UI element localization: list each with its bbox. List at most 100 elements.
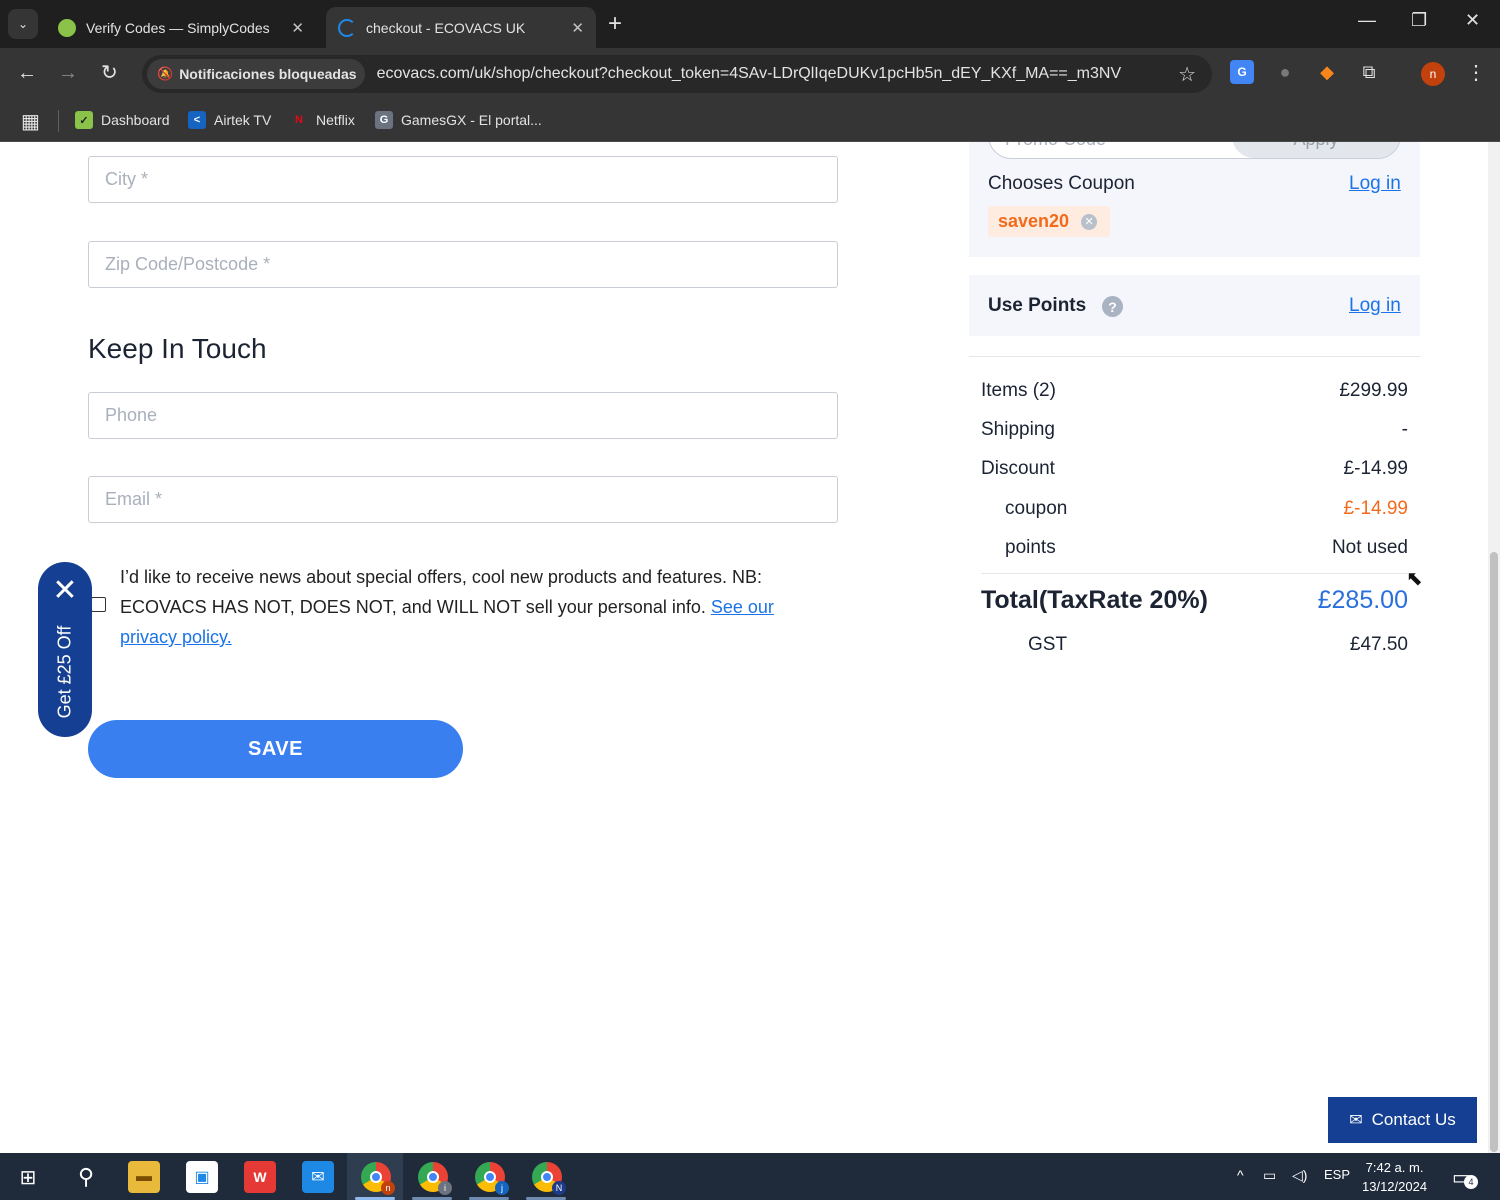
remove-coupon-icon[interactable]: ✕: [1081, 213, 1098, 230]
browser-menu-icon[interactable]: ⋮: [1466, 60, 1486, 85]
file-explorer-icon[interactable]: ▬: [128, 1161, 160, 1193]
summary-divider: [969, 356, 1420, 357]
chrome-center-icon: [484, 1171, 496, 1183]
minimize-icon[interactable]: —: [1358, 10, 1376, 31]
new-tab-plus-icon[interactable]: +: [608, 11, 622, 37]
newsletter-consent-text: I’d like to receive news about special o…: [120, 562, 825, 652]
bookmarks-divider: [58, 110, 59, 132]
discount-label: Discount: [981, 458, 1055, 479]
back-arrow-icon[interactable]: ←: [17, 62, 37, 84]
chrome-profile-i-icon[interactable]: i: [418, 1162, 452, 1195]
coupon-login-link[interactable]: Log in: [1349, 173, 1401, 195]
help-question-icon[interactable]: ?: [1102, 296, 1123, 317]
windows-taskbar: ⊞ ⚲ ▬ ▣ W ✉ n i j N ^ ▭ ◁) ESP 7:42 a. m…: [0, 1153, 1500, 1200]
clock-time: 7:42 a. m.: [1365, 1160, 1424, 1175]
newsletter-checkbox[interactable]: [91, 597, 106, 612]
notification-count-badge: 4: [1464, 1175, 1478, 1189]
save-button[interactable]: SAVE: [88, 720, 463, 778]
input-language[interactable]: ESP: [1324, 1167, 1350, 1182]
chrome-profile-badge: n: [381, 1181, 395, 1195]
contact-us-button[interactable]: ✉ Contact Us: [1328, 1097, 1477, 1143]
apps-grid-icon[interactable]: ▦: [21, 109, 40, 134]
reload-icon[interactable]: ↻: [101, 62, 118, 84]
consent-body-text: I’d like to receive news about special o…: [120, 567, 763, 617]
metamask-fox-icon[interactable]: ◆: [1315, 60, 1339, 84]
tab-title: Verify Codes — SimplyCodes: [86, 19, 270, 36]
coupon-discount-value: £-14.99: [1343, 498, 1408, 519]
phone-field[interactable]: Phone: [88, 392, 838, 439]
forward-arrow-icon[interactable]: →: [58, 62, 78, 84]
address-bar[interactable]: 🔕 Notificaciones bloqueadas ecovacs.com/…: [142, 55, 1212, 93]
dashboard-favicon-icon: ✓: [75, 111, 93, 129]
network-icon[interactable]: ▭: [1263, 1167, 1276, 1184]
tab-simplycodes[interactable]: Verify Codes — SimplyCodes ✕: [46, 7, 316, 48]
promo-close-icon[interactable]: ✕: [38, 574, 92, 608]
microsoft-store-icon[interactable]: ▣: [186, 1161, 218, 1193]
restore-icon[interactable]: ❐: [1411, 10, 1427, 31]
chrome-profile-j-icon[interactable]: j: [475, 1162, 509, 1195]
robot-extension-icon[interactable]: ●: [1273, 60, 1297, 84]
browser-toolbar: ← → ↻ 🔕 Notificaciones bloqueadas ecovac…: [0, 48, 1500, 100]
bookmark-dashboard[interactable]: ✓ Dashboard: [75, 108, 170, 132]
get-discount-side-tab[interactable]: ✕ Get £25 Off: [38, 562, 92, 737]
bookmarks-bar: ▦ ✓ Dashboard < Airtek TV N Netflix G Ga…: [0, 100, 1500, 142]
zip-code-field[interactable]: Zip Code/Postcode *: [88, 241, 838, 288]
system-clock[interactable]: 7:42 a. m. 13/12/2024: [1362, 1158, 1427, 1196]
points-login-link[interactable]: Log in: [1349, 295, 1401, 317]
gst-value: £47.50: [1349, 634, 1408, 655]
mail-icon[interactable]: ✉: [302, 1161, 334, 1193]
windows-start-icon[interactable]: ⊞: [12, 1161, 44, 1193]
loading-spinner-icon: [338, 18, 356, 37]
shipping-label: Shipping: [981, 419, 1055, 440]
bookmark-star-icon[interactable]: ☆: [1178, 62, 1196, 87]
chrome-center-icon: [541, 1171, 553, 1183]
city-field[interactable]: City *: [88, 156, 838, 203]
chrome-center-icon: [427, 1171, 439, 1183]
mouse-cursor-icon: ⬉: [1406, 568, 1423, 590]
taskbar-search-icon[interactable]: ⚲: [70, 1161, 102, 1193]
promo-code-input[interactable]: Promo Code Apply: [988, 142, 1401, 159]
chrome-profile-badge: i: [438, 1181, 452, 1195]
email-field[interactable]: Email *: [88, 476, 838, 523]
gst-label: GST: [1028, 634, 1068, 655]
tab-close-icon[interactable]: ✕: [291, 19, 304, 37]
coupon-discount-label: coupon: [1005, 498, 1068, 519]
tab-close-icon[interactable]: ✕: [571, 19, 584, 37]
page-scrollbar[interactable]: [1488, 142, 1500, 1153]
bookmark-label: Airtek TV: [214, 112, 272, 128]
chrome-profile-N-icon[interactable]: N: [532, 1162, 566, 1195]
tab-title: checkout - ECOVACS UK: [366, 19, 526, 36]
bookmark-label: GamesGX - El portal...: [401, 112, 542, 128]
url-text[interactable]: ecovacs.com/uk/shop/checkout?checkout_to…: [377, 65, 1179, 83]
promo-code-placeholder: Promo Code: [1005, 142, 1106, 150]
tab-ecovacs-checkout[interactable]: checkout - ECOVACS UK ✕: [326, 7, 596, 48]
volume-icon[interactable]: ◁): [1292, 1167, 1307, 1184]
profile-avatar[interactable]: n: [1421, 62, 1445, 86]
bookmark-gamesgx[interactable]: G GamesGX - El portal...: [375, 108, 542, 132]
items-label: Items (2): [981, 380, 1056, 401]
bell-off-icon: 🔕: [157, 66, 174, 81]
airtek-favicon-icon: <: [188, 111, 206, 129]
notification-center-icon[interactable]: ▭ 4: [1452, 1165, 1478, 1190]
netflix-favicon-icon: N: [295, 114, 303, 126]
checkout-page: City * Zip Code/Postcode * Keep In Touch…: [0, 142, 1500, 1153]
wps-office-icon[interactable]: W: [244, 1161, 276, 1193]
bookmark-airtek[interactable]: < Airtek TV: [188, 108, 271, 132]
keep-in-touch-heading: Keep In Touch: [88, 333, 267, 364]
bookmark-netflix[interactable]: N Netflix: [290, 108, 355, 132]
window-close-icon[interactable]: ✕: [1465, 10, 1480, 31]
promo-tab-label: Get £25 Off: [54, 625, 75, 719]
notifications-blocked-label: Notificaciones bloqueadas: [179, 66, 357, 82]
total-label: Total(TaxRate 20%): [981, 586, 1208, 614]
apply-button[interactable]: Apply: [1232, 142, 1400, 158]
extensions-puzzle-icon[interactable]: ⧉: [1357, 60, 1381, 84]
simplycodes-favicon-icon: [58, 18, 76, 37]
tab-search-chevron-icon[interactable]: ⌄: [8, 9, 38, 39]
contact-us-label: Contact Us: [1371, 1110, 1456, 1129]
chrome-profile-n-icon[interactable]: n: [361, 1162, 395, 1195]
notifications-blocked-chip[interactable]: 🔕 Notificaciones bloqueadas: [147, 59, 365, 89]
discount-value: £-14.99: [1343, 458, 1408, 479]
show-hidden-icons-chevron[interactable]: ^: [1237, 1167, 1244, 1183]
translate-extension-icon[interactable]: G: [1230, 60, 1254, 84]
scrollbar-thumb[interactable]: [1490, 552, 1498, 1152]
